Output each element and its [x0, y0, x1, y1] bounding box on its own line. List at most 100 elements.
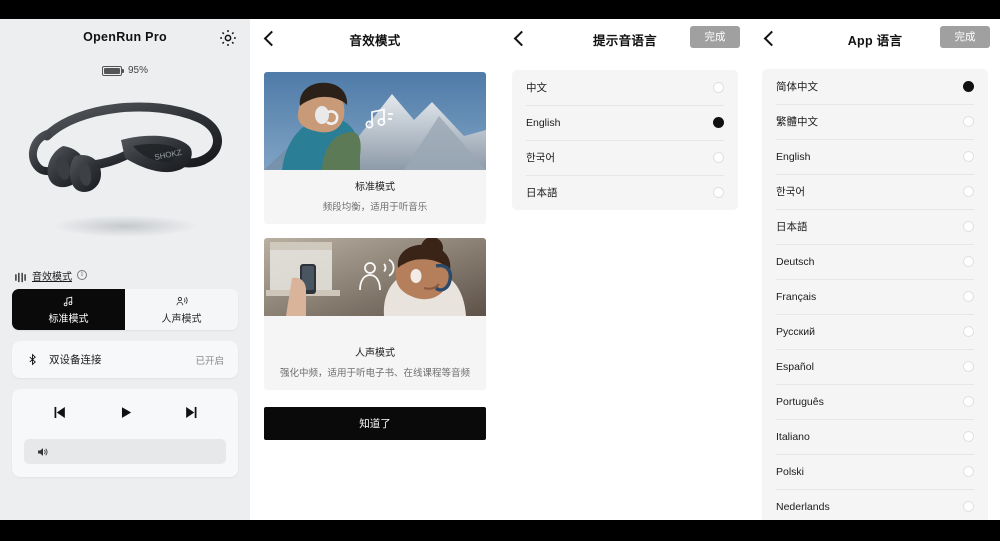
segment-voice-mode[interactable]: 人声模式 [125, 289, 238, 330]
battery-indicator: 95% [0, 65, 250, 76]
option-label: Français [776, 290, 817, 303]
radio-button[interactable] [963, 186, 974, 197]
list-item[interactable]: Português [762, 384, 988, 419]
battery-percent: 95% [127, 65, 148, 76]
radio-button[interactable] [963, 151, 974, 162]
app-language-header: App 语言 完成 [750, 19, 1000, 58]
mode-card-desc: 强化中频，适用于听电子书、在线课程等音频 [279, 368, 470, 379]
radio-button[interactable] [963, 431, 974, 442]
sound-mode-label[interactable]: 音效模式 [32, 268, 72, 283]
mode-card-image-standard [264, 72, 486, 170]
panel-prompt-language: 提示音语言 完成 中文 English 한국어 日本語 [500, 19, 750, 520]
list-item[interactable]: Nederlands [762, 489, 988, 520]
radio-button[interactable] [963, 361, 974, 372]
segment-standard-mode[interactable]: 标准模式 [12, 289, 125, 330]
dual-device-label: 双设备连接 [49, 354, 102, 366]
option-label: 中文 [526, 82, 547, 94]
prompt-language-header: 提示音语言 完成 [500, 19, 750, 58]
option-label: 日本語 [776, 221, 808, 233]
list-item[interactable]: 繁體中文 [762, 104, 988, 139]
list-item[interactable]: 中文 [512, 70, 738, 105]
list-item[interactable]: 简体中文 [762, 69, 988, 104]
radio-button[interactable] [713, 152, 724, 163]
list-item[interactable]: Français [762, 279, 988, 314]
list-item[interactable]: Italiano [762, 419, 988, 454]
dual-device-state: 已开启 [195, 355, 224, 367]
option-label: Español [776, 360, 814, 373]
option-label: 繁體中文 [776, 116, 818, 128]
option-label: 简体中文 [776, 81, 818, 93]
done-button[interactable]: 完成 [940, 26, 990, 48]
option-label: Deutsch [776, 255, 815, 268]
battery-icon [101, 65, 125, 76]
mode-card-standard[interactable]: 标准模式 频段均衡，适用于听音乐 [264, 72, 486, 224]
dual-device-row[interactable]: 双设备连接 已开启 [12, 341, 238, 378]
list-item[interactable]: Polski [762, 454, 988, 489]
radio-button[interactable] [963, 116, 974, 127]
volume-slider[interactable] [24, 439, 226, 464]
skip-previous-icon[interactable] [49, 403, 68, 427]
skip-next-icon[interactable] [183, 403, 202, 427]
top-letterbox-bar [0, 0, 1000, 19]
radio-button[interactable] [963, 501, 974, 512]
radio-button[interactable] [963, 291, 974, 302]
option-label: Русский [776, 325, 815, 338]
mode-card-desc: 频段均衡，适用于听音乐 [322, 202, 428, 213]
list-item[interactable]: 日本語 [762, 209, 988, 244]
option-label: English [526, 116, 561, 129]
confirm-button[interactable]: 知道了 [264, 407, 486, 440]
mode-card-voice[interactable]: 人声模式 强化中频，适用于听电子书、在线课程等音频 [264, 238, 486, 390]
mode-card-title: 标准模式 [355, 182, 395, 193]
option-label: Italiano [776, 430, 810, 443]
app-language-list: 简体中文繁體中文 English 한국어 日本語 Deutsch Français Русс… [762, 69, 988, 520]
radio-button-selected[interactable] [713, 117, 724, 128]
option-label: 日本語 [526, 187, 558, 199]
sound-mode-link-row[interactable]: 音效模式 [0, 266, 250, 284]
radio-button[interactable] [963, 221, 974, 232]
gear-icon[interactable] [218, 28, 238, 48]
media-buttons [24, 401, 226, 429]
option-label: Polski [776, 465, 805, 478]
music-note-icon [63, 296, 73, 306]
done-button[interactable]: 完成 [690, 26, 740, 48]
option-label: English [776, 150, 811, 163]
option-label: Nederlands [776, 500, 830, 513]
play-icon[interactable] [117, 404, 134, 426]
list-item[interactable]: Español [762, 349, 988, 384]
radio-button[interactable] [963, 256, 974, 267]
bluetooth-icon [29, 353, 36, 366]
radio-button[interactable] [713, 187, 724, 198]
radio-button[interactable] [963, 466, 974, 477]
equalizer-icon [14, 270, 27, 282]
info-icon[interactable] [77, 269, 87, 280]
list-item[interactable]: English [512, 105, 738, 140]
list-item[interactable]: 한국어 [762, 174, 988, 209]
sound-mode-header: 音效模式 [250, 19, 500, 58]
list-item[interactable]: English [762, 139, 988, 174]
radio-button-selected[interactable] [963, 81, 974, 92]
panel-app-language: App 语言 完成 简体中文繁體中文 English 한국어 日本語 Deutsch Fr… [750, 19, 1000, 520]
list-item[interactable]: Deutsch [762, 244, 988, 279]
list-item[interactable]: 日本語 [512, 175, 738, 210]
segment-standard-label: 标准模式 [48, 313, 89, 325]
radio-button[interactable] [963, 396, 974, 407]
mode-card-image-voice [264, 238, 486, 336]
sound-mode-segmented-control[interactable]: 标准模式 人声模式 [12, 289, 238, 330]
option-label: 한국어 [776, 186, 805, 198]
prompt-language-list: 中文 English 한국어 日本語 [512, 70, 738, 210]
media-control-card [12, 389, 238, 477]
volume-icon [38, 447, 48, 456]
panel-device: OpenRun Pro 95% SHOKZ 音效模式 i 标准模式 人声模式 双… [0, 19, 250, 520]
radio-button[interactable] [963, 326, 974, 337]
segment-voice-label: 人声模式 [161, 313, 202, 325]
mode-card-caption-standard: 标准模式 频段均衡，适用于听音乐 [264, 170, 486, 224]
radio-button[interactable] [713, 82, 724, 93]
list-item[interactable]: Русский [762, 314, 988, 349]
device-header: OpenRun Pro [0, 19, 250, 58]
list-item[interactable]: 한국어 [512, 140, 738, 175]
screenshot-stage: OpenRun Pro 95% SHOKZ 音效模式 i 标准模式 人声模式 双… [0, 0, 1000, 541]
product-image: SHOKZ [0, 80, 250, 258]
dual-device-card[interactable]: 双设备连接 已开启 [12, 341, 238, 378]
page-title: 音效模式 [349, 34, 401, 48]
person-voice-icon [176, 296, 188, 305]
